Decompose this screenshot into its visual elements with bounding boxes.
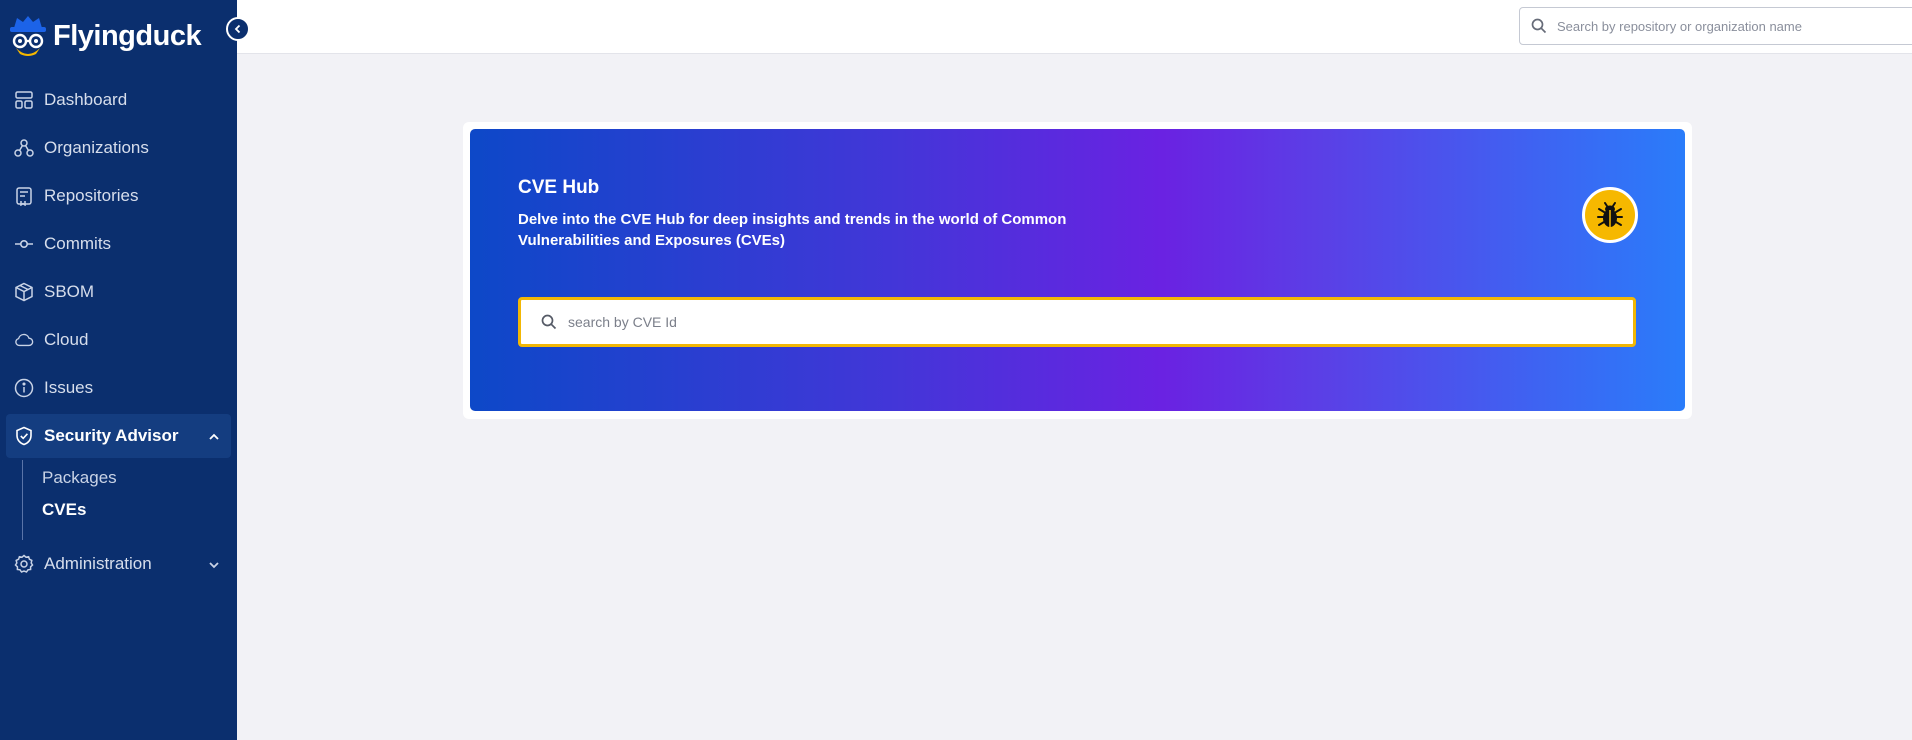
page-description: Delve into the CVE Hub for deep insights… <box>518 211 1067 249</box>
sidebar-item-label: Cloud <box>44 330 89 349</box>
sidebar-item-label: Administration <box>44 554 152 573</box>
app-logo[interactable]: Flyingduck <box>8 14 202 58</box>
submenu-item-cves[interactable]: CVEs <box>42 500 86 520</box>
cloud-icon <box>14 330 34 350</box>
sidebar-item-label: SBOM <box>44 282 95 301</box>
duck-logo-icon <box>8 14 48 58</box>
organizations-icon <box>14 138 34 158</box>
security-advisor-submenu: Packages CVEs <box>22 460 237 540</box>
cve-search <box>518 297 1636 347</box>
search-icon <box>1531 18 1547 34</box>
sidebar-item-security-advisor[interactable]: Security Advisor <box>6 414 231 458</box>
app-name: Flyingduck <box>53 19 202 52</box>
chevron-up-icon <box>207 429 221 443</box>
sidebar-item-administration[interactable]: Administration <box>0 540 237 588</box>
top-bar <box>237 0 1912 54</box>
sidebar-item-label: Issues <box>44 378 94 397</box>
chevron-down-icon <box>207 557 221 571</box>
sidebar-item-dashboard[interactable]: Dashboard <box>0 76 237 124</box>
global-search-input[interactable] <box>1555 17 1899 35</box>
sidebar-item-label: Commits <box>44 234 112 253</box>
sidebar-nav: Dashboard Organizations Repositories Com… <box>0 76 237 588</box>
commit-icon <box>14 234 34 254</box>
sidebar-item-cloud[interactable]: Cloud <box>0 316 237 364</box>
info-icon <box>14 378 34 398</box>
bug-icon <box>1597 202 1623 227</box>
sidebar-item-repositories[interactable]: Repositories <box>0 172 237 220</box>
sidebar-item-label: Security Advisor <box>44 426 179 445</box>
sidebar: Flyingduck Dashboard Organizations Repos… <box>0 0 237 740</box>
chevron-left-icon <box>234 24 241 34</box>
submenu-item-packages[interactable]: Packages <box>42 468 117 488</box>
collapse-sidebar-button[interactable] <box>226 17 250 41</box>
repositories-icon <box>14 186 34 206</box>
dashboard-icon <box>14 90 34 110</box>
package-box-icon <box>14 282 34 302</box>
sidebar-item-label: Dashboard <box>44 90 128 109</box>
sidebar-item-issues[interactable]: Issues <box>0 364 237 412</box>
cve-search-input[interactable] <box>566 313 1570 331</box>
page-title: CVE Hub <box>518 177 600 198</box>
global-search <box>1519 7 1912 45</box>
sidebar-item-label: Organizations <box>44 138 149 157</box>
sidebar-item-sbom[interactable]: SBOM <box>0 268 237 316</box>
gear-icon <box>14 554 34 574</box>
sidebar-item-label: Repositories <box>44 186 139 205</box>
sidebar-item-commits[interactable]: Commits <box>0 220 237 268</box>
bug-badge <box>1582 187 1638 243</box>
cve-hub-hero: CVE Hub Delve into the CVE Hub for deep … <box>470 129 1685 411</box>
search-icon <box>541 314 557 330</box>
sidebar-item-organizations[interactable]: Organizations <box>0 124 237 172</box>
shield-check-icon <box>14 426 34 446</box>
